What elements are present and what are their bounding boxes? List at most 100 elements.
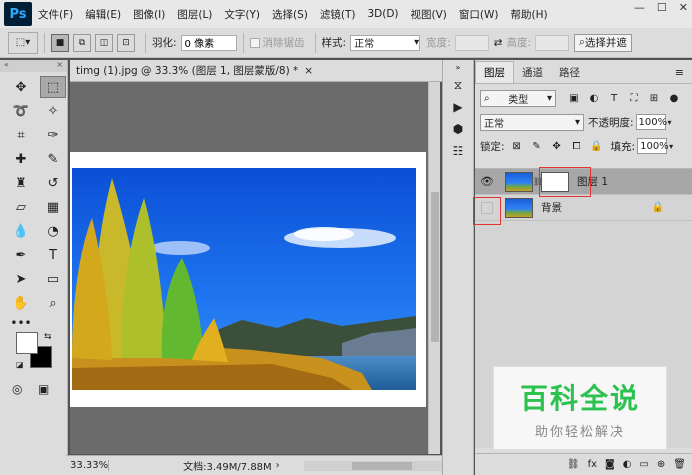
filter-smart-object-icon[interactable]: ⊞ xyxy=(646,90,662,106)
panel-menu-icon[interactable]: ≡ xyxy=(675,66,684,79)
path-selection-tool-icon[interactable]: ➤ xyxy=(8,268,34,290)
menu-image[interactable]: 图像(I) xyxy=(127,7,171,22)
3d-panel-icon[interactable]: ⬢ xyxy=(443,118,473,140)
filter-pixel-icon[interactable]: ▣ xyxy=(566,90,582,106)
swap-dimensions-icon[interactable]: ⇄ xyxy=(494,37,503,49)
pen-tool-icon[interactable]: ✒ xyxy=(8,244,34,266)
eraser-tool-icon[interactable]: ▱ xyxy=(8,196,34,218)
new-selection-button[interactable]: ■ xyxy=(51,33,69,52)
gradient-tool-icon[interactable]: ▦ xyxy=(40,196,66,218)
filter-type-icon[interactable]: T xyxy=(606,90,622,106)
properties-panel-icon[interactable]: ☷ xyxy=(443,140,473,162)
more-tools-icon[interactable]: ••• xyxy=(8,316,34,330)
menu-help[interactable]: 帮助(H) xyxy=(505,7,554,22)
canvas-document[interactable] xyxy=(70,152,426,407)
magic-wand-tool-icon[interactable]: ✧ xyxy=(40,100,66,122)
link-layers-icon[interactable]: ⛓ xyxy=(567,459,580,470)
zoom-level[interactable]: 33.33% xyxy=(66,460,110,471)
close-panel-icon[interactable]: × xyxy=(56,60,63,72)
default-colors-icon[interactable]: ◪ xyxy=(16,360,24,369)
select-and-mask-button[interactable]: ⌕ 选择并遮 xyxy=(574,33,632,52)
blur-tool-icon[interactable]: 💧 xyxy=(8,220,34,242)
expand-panels-icon[interactable]: » xyxy=(443,60,473,74)
clone-stamp-tool-icon[interactable]: ♜ xyxy=(8,172,34,194)
eye-icon[interactable]: 👁 xyxy=(475,175,499,188)
lock-all-icon[interactable]: 🔒 xyxy=(589,138,605,154)
menu-filter[interactable]: 滤镜(T) xyxy=(314,7,362,22)
blend-mode-select[interactable]: 正常 ▾ xyxy=(480,113,584,131)
lasso-tool-icon[interactable]: ➰ xyxy=(8,100,34,122)
type-tool-icon[interactable]: T xyxy=(40,244,66,266)
filter-shape-icon[interactable]: ⛶ xyxy=(626,90,642,106)
actions-panel-icon[interactable]: ▶ xyxy=(443,96,473,118)
tab-channels[interactable]: 通道 xyxy=(514,62,551,83)
new-layer-icon[interactable]: ⊕ xyxy=(657,459,665,470)
chevron-down-icon[interactable]: ▾ xyxy=(669,142,673,151)
eyedropper-tool-icon[interactable]: ✑ xyxy=(40,124,66,146)
status-menu-icon[interactable]: › xyxy=(276,460,280,471)
menu-file[interactable]: 文件(F) xyxy=(32,7,79,22)
height-input[interactable] xyxy=(535,34,569,51)
tab-paths[interactable]: 路径 xyxy=(551,62,588,83)
vertical-scroll-thumb[interactable] xyxy=(431,192,439,342)
fill-input[interactable]: 100% xyxy=(637,138,669,154)
rectangle-shape-tool-icon[interactable]: ▭ xyxy=(40,268,66,290)
filter-toggle-icon[interactable]: ● xyxy=(666,90,682,106)
brush-tool-icon[interactable]: ✎ xyxy=(40,148,66,170)
vertical-scrollbar[interactable] xyxy=(428,82,440,454)
move-tool-icon[interactable]: ✥ xyxy=(8,76,34,98)
visibility-toggle-off[interactable] xyxy=(481,201,493,214)
foreground-color[interactable] xyxy=(16,332,38,354)
quick-mask-icon[interactable]: ◎ xyxy=(12,382,22,396)
menu-window[interactable]: 窗口(W) xyxy=(453,7,505,22)
intersect-selection-button[interactable]: ⊡ xyxy=(117,33,135,52)
opacity-input[interactable]: 100% xyxy=(635,114,667,130)
feather-input[interactable] xyxy=(180,34,237,51)
menu-type[interactable]: 文字(Y) xyxy=(218,7,266,22)
horizontal-scrollbar[interactable] xyxy=(303,460,442,471)
menu-view[interactable]: 视图(V) xyxy=(405,7,453,22)
style-select[interactable]: 正常 ▾ xyxy=(350,34,421,51)
collapse-icon[interactable]: « xyxy=(4,60,9,72)
lock-pixels-icon[interactable]: ✎ xyxy=(529,138,545,154)
minimize-button[interactable]: — xyxy=(634,1,645,14)
close-document-icon[interactable]: × xyxy=(304,65,313,77)
tab-layers[interactable]: 图层 xyxy=(475,61,514,83)
menu-select[interactable]: 选择(S) xyxy=(266,7,314,22)
layer-row[interactable]: 背景 🔒 xyxy=(475,195,692,221)
restore-button[interactable]: ☐ xyxy=(657,1,667,14)
chevron-down-icon[interactable]: ▾ xyxy=(668,118,672,127)
subtract-selection-button[interactable]: ◫ xyxy=(95,33,113,52)
layer-filter-select[interactable]: ⌕ 类型 ▾ xyxy=(480,89,556,107)
healing-brush-tool-icon[interactable]: ✚ xyxy=(8,148,34,170)
lock-transparent-icon[interactable]: ⊠ xyxy=(509,138,525,154)
menu-3d[interactable]: 3D(D) xyxy=(361,8,404,20)
hand-tool-icon[interactable]: ✋ xyxy=(8,292,34,314)
trash-icon[interactable]: 🗑 xyxy=(673,459,686,470)
tool-preset-picker[interactable]: ⬚▾ xyxy=(8,31,38,54)
layer-mask-thumbnail[interactable] xyxy=(541,171,569,192)
add-selection-button[interactable]: ⧉ xyxy=(73,33,91,52)
new-group-icon[interactable]: ▭ xyxy=(639,459,648,470)
filter-adjustment-icon[interactable]: ◐ xyxy=(586,90,602,106)
dodge-tool-icon[interactable]: ◔ xyxy=(40,220,66,242)
menu-layer[interactable]: 图层(L) xyxy=(171,7,218,22)
adjustment-layer-icon[interactable]: ◐ xyxy=(623,459,632,470)
lock-artboard-icon[interactable]: ⧠ xyxy=(569,138,585,154)
add-mask-icon[interactable]: ◙ xyxy=(605,459,615,470)
zoom-tool-icon[interactable]: ⌕ xyxy=(40,292,66,314)
canvas-area[interactable] xyxy=(70,82,428,454)
rect-marquee-tool-icon[interactable]: ⬚ xyxy=(40,76,66,98)
menu-edit[interactable]: 编辑(E) xyxy=(79,7,127,22)
close-button[interactable]: ✕ xyxy=(679,1,688,14)
document-tab[interactable]: timg (1).jpg @ 33.3% (图层 1, 图层蒙版/8) * × xyxy=(70,60,442,82)
antialias-checkbox[interactable] xyxy=(249,37,260,48)
layer-style-icon[interactable]: fx xyxy=(588,459,597,470)
lock-position-icon[interactable]: ✥ xyxy=(549,138,565,154)
chain-link-icon[interactable]: ⛓ xyxy=(533,177,543,186)
history-panel-icon[interactable]: ⧖ xyxy=(443,74,473,96)
layer-row[interactable]: 👁 ⛓ 图层 1 xyxy=(475,169,692,195)
swap-colors-icon[interactable]: ⇆ xyxy=(44,332,52,342)
history-brush-tool-icon[interactable]: ↺ xyxy=(40,172,66,194)
width-input[interactable] xyxy=(454,34,489,51)
